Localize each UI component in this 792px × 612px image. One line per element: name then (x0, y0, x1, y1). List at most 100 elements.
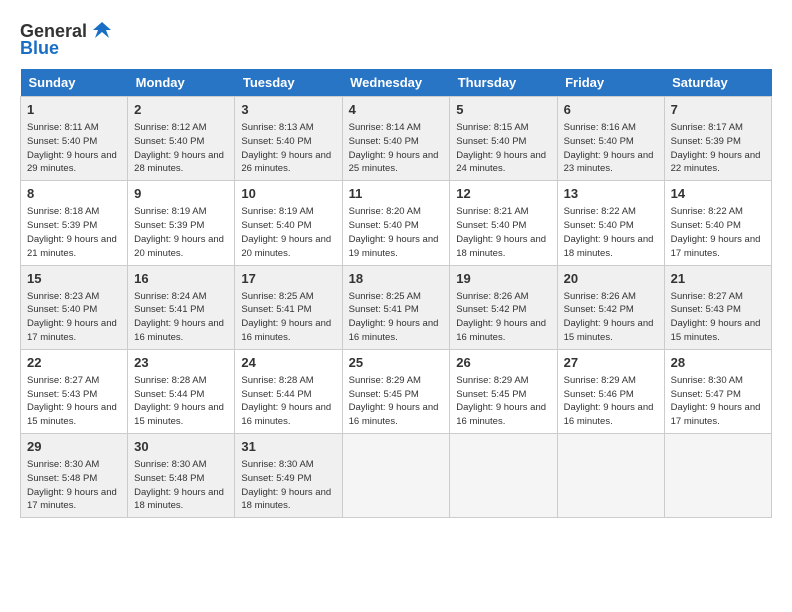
day-info: Sunrise: 8:14 AMSunset: 5:40 PMDaylight:… (349, 121, 444, 176)
day-info: Sunrise: 8:27 AMSunset: 5:43 PMDaylight:… (27, 374, 121, 429)
day-number: 9 (134, 185, 228, 203)
calendar-cell: 15 Sunrise: 8:23 AMSunset: 5:40 PMDayligh… (21, 265, 128, 349)
day-info: Sunrise: 8:21 AMSunset: 5:40 PMDaylight:… (456, 205, 550, 260)
calendar-cell: 17 Sunrise: 8:25 AMSunset: 5:41 PMDayligh… (235, 265, 342, 349)
day-info: Sunrise: 8:22 AMSunset: 5:40 PMDaylight:… (671, 205, 765, 260)
day-number: 22 (27, 354, 121, 372)
calendar-cell: 22 Sunrise: 8:27 AMSunset: 5:43 PMDayligh… (21, 349, 128, 433)
day-info: Sunrise: 8:29 AMSunset: 5:45 PMDaylight:… (456, 374, 550, 429)
day-info: Sunrise: 8:16 AMSunset: 5:40 PMDaylight:… (564, 121, 658, 176)
calendar-cell: 19Sunrise: 8:26 AMSunset: 5:42 PMDayligh… (450, 265, 557, 349)
day-info: Sunrise: 8:19 AMSunset: 5:39 PMDaylight:… (134, 205, 228, 260)
col-header-thursday: Thursday (450, 69, 557, 97)
day-number: 23 (134, 354, 228, 372)
calendar-table: SundayMondayTuesdayWednesdayThursdayFrid… (20, 69, 772, 518)
calendar-week-row: 8Sunrise: 8:18 AMSunset: 5:39 PMDaylight… (21, 181, 772, 265)
calendar-cell: 18 Sunrise: 8:25 AMSunset: 5:41 PMDayligh… (342, 265, 450, 349)
calendar-cell: 6 Sunrise: 8:16 AMSunset: 5:40 PMDaylight… (557, 97, 664, 181)
calendar-cell: 10Sunrise: 8:19 AMSunset: 5:40 PMDayligh… (235, 181, 342, 265)
day-number: 29 (27, 438, 121, 456)
day-number: 25 (349, 354, 444, 372)
calendar-header-row: SundayMondayTuesdayWednesdayThursdayFrid… (21, 69, 772, 97)
calendar-week-row: 29 Sunrise: 8:30 AMSunset: 5:48 PMDayligh… (21, 434, 772, 518)
day-info: Sunrise: 8:27 AMSunset: 5:43 PMDaylight:… (671, 290, 765, 345)
day-number: 13 (564, 185, 658, 203)
day-info: Sunrise: 8:17 AMSunset: 5:39 PMDaylight:… (671, 121, 765, 176)
day-number: 12 (456, 185, 550, 203)
col-header-saturday: Saturday (664, 69, 771, 97)
calendar-cell: 24 Sunrise: 8:28 AMSunset: 5:44 PMDayligh… (235, 349, 342, 433)
logo-bird-icon (91, 20, 113, 42)
calendar-cell: 14 Sunrise: 8:22 AMSunset: 5:40 PMDayligh… (664, 181, 771, 265)
day-number: 15 (27, 270, 121, 288)
calendar-cell (557, 434, 664, 518)
calendar-week-row: 22 Sunrise: 8:27 AMSunset: 5:43 PMDayligh… (21, 349, 772, 433)
calendar-cell: 31 Sunrise: 8:30 AMSunset: 5:49 PMDayligh… (235, 434, 342, 518)
logo-text-blue: Blue (20, 38, 59, 59)
day-info: Sunrise: 8:26 AMSunset: 5:42 PMDaylight:… (564, 290, 658, 345)
day-number: 14 (671, 185, 765, 203)
calendar-week-row: 1 Sunrise: 8:11 AMSunset: 5:40 PMDaylight… (21, 97, 772, 181)
day-number: 11 (349, 185, 444, 203)
calendar-cell: 8Sunrise: 8:18 AMSunset: 5:39 PMDaylight… (21, 181, 128, 265)
calendar-cell: 2 Sunrise: 8:12 AMSunset: 5:40 PMDaylight… (128, 97, 235, 181)
day-number: 10 (241, 185, 335, 203)
day-number: 24 (241, 354, 335, 372)
day-info: Sunrise: 8:28 AMSunset: 5:44 PMDaylight:… (134, 374, 228, 429)
day-info: Sunrise: 8:25 AMSunset: 5:41 PMDaylight:… (349, 290, 444, 345)
calendar-cell: 12 Sunrise: 8:21 AMSunset: 5:40 PMDayligh… (450, 181, 557, 265)
day-info: Sunrise: 8:28 AMSunset: 5:44 PMDaylight:… (241, 374, 335, 429)
day-number: 2 (134, 101, 228, 119)
day-number: 28 (671, 354, 765, 372)
calendar-cell: 5 Sunrise: 8:15 AMSunset: 5:40 PMDaylight… (450, 97, 557, 181)
col-header-sunday: Sunday (21, 69, 128, 97)
day-info: Sunrise: 8:23 AMSunset: 5:40 PMDaylight:… (27, 290, 121, 345)
day-number: 30 (134, 438, 228, 456)
day-number: 4 (349, 101, 444, 119)
day-number: 26 (456, 354, 550, 372)
day-info: Sunrise: 8:29 AMSunset: 5:45 PMDaylight:… (349, 374, 444, 429)
day-number: 19 (456, 270, 550, 288)
col-header-monday: Monday (128, 69, 235, 97)
day-number: 6 (564, 101, 658, 119)
calendar-week-row: 15 Sunrise: 8:23 AMSunset: 5:40 PMDayligh… (21, 265, 772, 349)
calendar-cell: 1 Sunrise: 8:11 AMSunset: 5:40 PMDaylight… (21, 97, 128, 181)
calendar-cell: 21Sunrise: 8:27 AMSunset: 5:43 PMDayligh… (664, 265, 771, 349)
calendar-cell (450, 434, 557, 518)
day-number: 17 (241, 270, 335, 288)
calendar-cell (664, 434, 771, 518)
logo: General Blue (20, 20, 113, 59)
day-info: Sunrise: 8:25 AMSunset: 5:41 PMDaylight:… (241, 290, 335, 345)
col-header-friday: Friday (557, 69, 664, 97)
calendar-cell: 28 Sunrise: 8:30 AMSunset: 5:47 PMDayligh… (664, 349, 771, 433)
calendar-cell: 7 Sunrise: 8:17 AMSunset: 5:39 PMDaylight… (664, 97, 771, 181)
day-info: Sunrise: 8:11 AMSunset: 5:40 PMDaylight:… (27, 121, 121, 176)
day-number: 5 (456, 101, 550, 119)
day-info: Sunrise: 8:15 AMSunset: 5:40 PMDaylight:… (456, 121, 550, 176)
day-number: 1 (27, 101, 121, 119)
day-info: Sunrise: 8:30 AMSunset: 5:48 PMDaylight:… (134, 458, 228, 513)
day-number: 27 (564, 354, 658, 372)
day-number: 3 (241, 101, 335, 119)
calendar-cell: 26 Sunrise: 8:29 AMSunset: 5:45 PMDayligh… (450, 349, 557, 433)
col-header-tuesday: Tuesday (235, 69, 342, 97)
calendar-cell: 30 Sunrise: 8:30 AMSunset: 5:48 PMDayligh… (128, 434, 235, 518)
col-header-wednesday: Wednesday (342, 69, 450, 97)
day-number: 31 (241, 438, 335, 456)
calendar-cell: 23 Sunrise: 8:28 AMSunset: 5:44 PMDayligh… (128, 349, 235, 433)
day-number: 8 (27, 185, 121, 203)
calendar-cell: 20 Sunrise: 8:26 AMSunset: 5:42 PMDayligh… (557, 265, 664, 349)
day-info: Sunrise: 8:24 AMSunset: 5:41 PMDaylight:… (134, 290, 228, 345)
calendar-cell: 27Sunrise: 8:29 AMSunset: 5:46 PMDayligh… (557, 349, 664, 433)
day-number: 20 (564, 270, 658, 288)
day-info: Sunrise: 8:30 AMSunset: 5:49 PMDaylight:… (241, 458, 335, 513)
day-info: Sunrise: 8:20 AMSunset: 5:40 PMDaylight:… (349, 205, 444, 260)
calendar-cell: 29Sunrise: 8:30 AMSunset: 5:48 PMDayligh… (21, 434, 128, 518)
day-info: Sunrise: 8:22 AMSunset: 5:40 PMDaylight:… (564, 205, 658, 260)
day-info: Sunrise: 8:30 AMSunset: 5:47 PMDaylight:… (671, 374, 765, 429)
day-info: Sunrise: 8:12 AMSunset: 5:40 PMDaylight:… (134, 121, 228, 176)
day-number: 16 (134, 270, 228, 288)
day-number: 7 (671, 101, 765, 119)
calendar-cell: 4 Sunrise: 8:14 AMSunset: 5:40 PMDaylight… (342, 97, 450, 181)
day-number: 18 (349, 270, 444, 288)
